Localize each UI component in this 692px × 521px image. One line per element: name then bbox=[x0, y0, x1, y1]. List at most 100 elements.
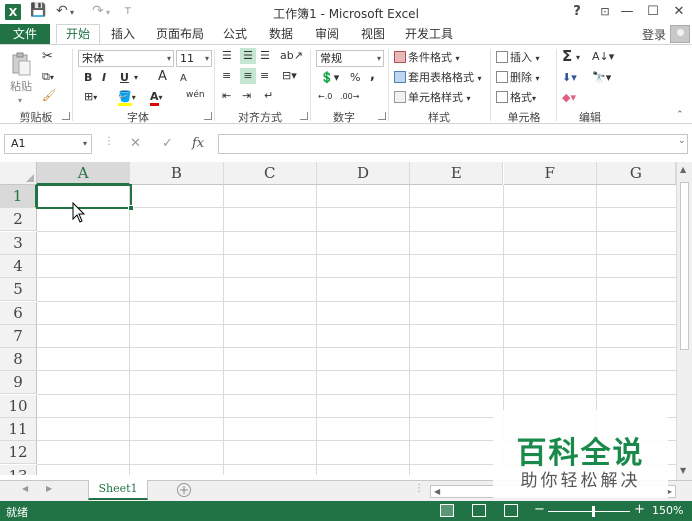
row-header-6[interactable]: 6 bbox=[0, 301, 37, 325]
page-layout-view-icon[interactable] bbox=[472, 504, 486, 517]
add-sheet-button[interactable]: + bbox=[177, 483, 191, 497]
sort-filter-icon[interactable]: A↓▾ bbox=[592, 49, 614, 65]
merge-center-icon[interactable]: ⊟▾ bbox=[282, 68, 297, 84]
zoom-out-button[interactable]: − bbox=[534, 502, 545, 517]
maximize-button[interactable]: ☐ bbox=[642, 2, 664, 22]
row-header-11[interactable]: 11 bbox=[0, 418, 37, 441]
clipboard-launcher-icon[interactable] bbox=[62, 112, 70, 120]
insert-cells-button[interactable]: 插入 ▾ bbox=[496, 50, 540, 67]
paste-dropdown-icon[interactable]: ▾ bbox=[18, 93, 22, 109]
normal-view-icon[interactable] bbox=[440, 504, 454, 517]
font-name-combo[interactable]: 宋体 ▾ bbox=[78, 50, 174, 67]
customize-qat-icon[interactable]: ⊤ bbox=[124, 7, 132, 17]
redo-icon[interactable]: ↷ bbox=[92, 3, 104, 19]
decrease-indent-icon[interactable]: ⇤ bbox=[222, 88, 231, 104]
comma-style-button[interactable]: , bbox=[370, 68, 375, 84]
phonetic-button[interactable]: wén bbox=[186, 87, 205, 103]
align-bottom-icon[interactable]: ☰ bbox=[260, 48, 276, 64]
tab-file[interactable]: 文件 bbox=[0, 24, 50, 44]
format-painter-icon[interactable]: 🖌 bbox=[42, 88, 56, 104]
fill-icon[interactable]: ⬇▾ bbox=[562, 70, 577, 86]
font-color-button[interactable]: A▾ bbox=[150, 89, 163, 106]
close-button[interactable]: ✕ bbox=[668, 2, 690, 22]
formula-input[interactable] bbox=[218, 134, 688, 154]
cut-icon[interactable]: ✂ bbox=[42, 49, 53, 65]
row-header-3[interactable]: 3 bbox=[0, 231, 37, 255]
row-header-4[interactable]: 4 bbox=[0, 254, 37, 278]
row-header-7[interactable]: 7 bbox=[0, 324, 37, 348]
row-header-1[interactable]: 1 bbox=[0, 185, 37, 208]
sheet-tab-sheet1[interactable]: Sheet1 bbox=[88, 480, 148, 500]
page-break-view-icon[interactable] bbox=[504, 504, 518, 517]
avatar[interactable] bbox=[670, 25, 690, 43]
enter-icon[interactable]: ✓ bbox=[162, 136, 173, 151]
column-header-d[interactable]: D bbox=[316, 162, 411, 185]
find-select-icon[interactable]: 🔭▾ bbox=[592, 70, 611, 86]
select-all-button[interactable] bbox=[0, 162, 37, 185]
tab-developer[interactable]: 开发工具 bbox=[400, 24, 458, 44]
underline-button[interactable]: U bbox=[120, 70, 129, 86]
wrap-text-icon[interactable]: ↵ bbox=[264, 88, 273, 104]
conditional-formatting-button[interactable]: 条件格式 ▾ bbox=[394, 50, 460, 67]
redo-dropdown-icon[interactable]: ▾ bbox=[106, 8, 110, 17]
undo-icon[interactable]: ↶ bbox=[56, 3, 68, 19]
undo-dropdown-icon[interactable]: ▾ bbox=[70, 8, 74, 17]
ribbon-display-options-button[interactable]: ⊡ bbox=[594, 2, 616, 22]
tab-view[interactable]: 视图 bbox=[354, 24, 392, 44]
minimize-button[interactable]: — bbox=[616, 2, 638, 22]
autosum-dropdown-icon[interactable]: ▾ bbox=[576, 50, 580, 66]
column-header-a[interactable]: A bbox=[37, 162, 131, 185]
vertical-scrollbar[interactable]: ▲ ▼ bbox=[676, 162, 692, 480]
zoom-slider-thumb[interactable] bbox=[592, 506, 595, 517]
autosum-button[interactable]: Σ bbox=[562, 48, 572, 64]
column-header-b[interactable]: B bbox=[130, 162, 224, 185]
column-header-g[interactable]: G bbox=[596, 162, 676, 185]
tab-insert[interactable]: 插入 bbox=[104, 24, 142, 44]
collapse-ribbon-icon[interactable]: ⌃ bbox=[676, 107, 684, 123]
number-launcher-icon[interactable] bbox=[378, 112, 386, 120]
column-header-c[interactable]: C bbox=[223, 162, 317, 185]
delete-cells-button[interactable]: 删除 ▾ bbox=[496, 70, 540, 87]
row-header-9[interactable]: 9 bbox=[0, 371, 37, 395]
align-middle-icon[interactable]: ☰ bbox=[240, 48, 256, 64]
tab-page-layout[interactable]: 页面布局 bbox=[152, 24, 208, 44]
tab-formulas[interactable]: 公式 bbox=[216, 24, 254, 44]
name-box[interactable]: A1 ▾ bbox=[4, 134, 92, 154]
borders-button[interactable]: ⊞▾ bbox=[84, 89, 97, 106]
increase-indent-icon[interactable]: ⇥ bbox=[242, 88, 251, 104]
align-center-icon[interactable]: ≡ bbox=[240, 68, 256, 84]
decrease-decimal-icon[interactable]: .00→ bbox=[340, 89, 359, 105]
orientation-icon[interactable]: ab↗ bbox=[280, 48, 303, 64]
alignment-launcher-icon[interactable] bbox=[300, 112, 308, 120]
currency-format-icon[interactable]: 💲▾ bbox=[320, 70, 339, 86]
row-header-5[interactable]: 5 bbox=[0, 278, 37, 302]
row-header-10[interactable]: 10 bbox=[0, 394, 37, 418]
prev-sheet-icon[interactable]: ◀ bbox=[22, 484, 28, 493]
align-left-icon[interactable]: ≡ bbox=[222, 68, 238, 84]
cancel-icon[interactable]: ✕ bbox=[130, 136, 141, 151]
align-top-icon[interactable]: ☰ bbox=[222, 48, 238, 64]
help-button[interactable]: ? bbox=[566, 2, 588, 22]
clear-icon[interactable]: ◆▾ bbox=[562, 90, 576, 106]
zoom-level[interactable]: 150% bbox=[652, 504, 683, 517]
fill-handle[interactable] bbox=[128, 205, 134, 211]
format-cells-button[interactable]: 格式▾ bbox=[496, 90, 536, 107]
scroll-up-icon[interactable]: ▲ bbox=[680, 165, 686, 174]
italic-button[interactable]: I bbox=[102, 70, 106, 86]
scroll-down-icon[interactable]: ▼ bbox=[680, 466, 686, 475]
increase-decimal-icon[interactable]: ←.0 bbox=[318, 89, 332, 105]
grow-font-button[interactable]: A bbox=[158, 69, 167, 85]
expand-formula-bar-icon[interactable]: ⌄ bbox=[678, 136, 686, 146]
percent-style-button[interactable]: % bbox=[350, 70, 360, 86]
font-launcher-icon[interactable] bbox=[204, 112, 212, 120]
zoom-slider[interactable] bbox=[548, 511, 630, 512]
column-header-f[interactable]: F bbox=[503, 162, 597, 185]
column-header-e[interactable]: E bbox=[410, 162, 504, 185]
split-handle-icon[interactable]: ⋮ bbox=[414, 483, 424, 494]
insert-function-icon[interactable]: fx bbox=[192, 136, 204, 151]
cell-styles-button[interactable]: 单元格样式 ▾ bbox=[394, 90, 471, 107]
sign-in-link[interactable]: 登录 bbox=[642, 26, 666, 43]
scrollbar-thumb[interactable] bbox=[680, 182, 689, 350]
align-right-icon[interactable]: ≡ bbox=[260, 68, 276, 84]
font-size-combo[interactable]: 11 ▾ bbox=[176, 50, 212, 67]
